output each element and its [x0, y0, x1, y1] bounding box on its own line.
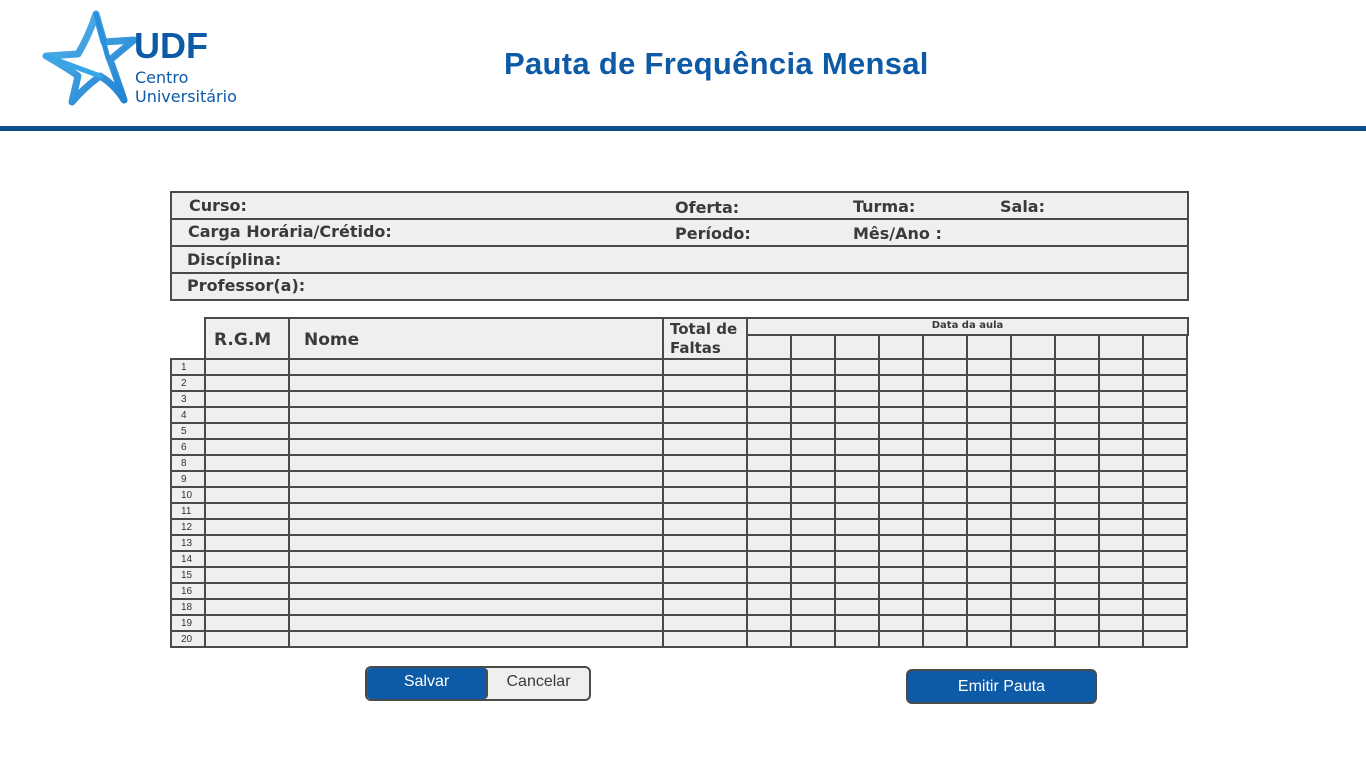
- curso-label: Curso:: [189, 196, 247, 215]
- attendance-cell[interactable]: [1098, 630, 1144, 648]
- nome-cell[interactable]: [288, 630, 664, 648]
- row-number: 18: [181, 602, 193, 613]
- row-number: 1: [181, 362, 187, 373]
- logo-subtitle-line1: Centro: [135, 68, 189, 87]
- date-column-header[interactable]: [922, 334, 968, 360]
- attendance-cell[interactable]: [834, 630, 880, 648]
- row-number: 14: [181, 554, 193, 565]
- attendance-cell[interactable]: [746, 630, 792, 648]
- carga-horaria-label: Carga Horária/Crétido:: [188, 222, 392, 241]
- nome-header-label: Nome: [304, 330, 360, 350]
- logo-subtitle-line2: Universitário: [135, 87, 237, 106]
- row-number: 13: [181, 538, 193, 549]
- row-number: 2: [181, 378, 187, 389]
- row-number: 16: [181, 586, 193, 597]
- turma-label: Turma:: [853, 197, 916, 216]
- row-number: 8: [181, 458, 187, 469]
- star-logo-icon: [42, 10, 138, 106]
- periodo-label: Período:: [675, 224, 751, 243]
- row-number: 19: [181, 618, 193, 629]
- row-number: 15: [181, 570, 193, 581]
- mes-ano-label: Mês/Ano :: [853, 224, 942, 243]
- date-column-header[interactable]: [746, 334, 792, 360]
- row-number: 20: [181, 634, 193, 645]
- page-title: Pauta de Frequência Mensal: [504, 46, 929, 81]
- attendance-cell[interactable]: [790, 630, 836, 648]
- rgm-cell[interactable]: [204, 630, 290, 648]
- emit-pauta-button[interactable]: Emitir Pauta: [906, 669, 1097, 704]
- attendance-cell[interactable]: [878, 630, 924, 648]
- total-faltas-cell[interactable]: [662, 630, 748, 648]
- total-faltas-header: Total de Faltas: [662, 317, 748, 360]
- cancel-button[interactable]: Cancelar: [488, 668, 589, 699]
- row-number: 5: [181, 426, 187, 437]
- total-faltas-label-line1: Total de: [670, 320, 738, 338]
- date-column-header[interactable]: [834, 334, 880, 360]
- total-faltas-label-line2: Faltas: [670, 339, 721, 357]
- date-column-header[interactable]: [878, 334, 924, 360]
- data-aula-label: Data da aula: [931, 320, 1004, 331]
- disciplina-label: Discíplina:: [187, 250, 282, 269]
- professor-label: Professor(a):: [187, 276, 306, 295]
- date-column-header[interactable]: [1098, 334, 1144, 360]
- attendance-cell[interactable]: [1142, 630, 1188, 648]
- save-button[interactable]: Salvar: [367, 668, 488, 699]
- date-column-header[interactable]: [1054, 334, 1100, 360]
- attendance-cell[interactable]: [922, 630, 968, 648]
- row-number: 4: [181, 410, 187, 421]
- row-number: 12: [181, 522, 193, 533]
- row-number: 6: [181, 442, 187, 453]
- date-column-header[interactable]: [966, 334, 1012, 360]
- sala-label: Sala:: [1000, 197, 1045, 216]
- date-column-header[interactable]: [1142, 334, 1188, 360]
- udf-logo: UDF Centro Universitário: [38, 10, 258, 110]
- row-number: 10: [181, 490, 193, 501]
- row-number: 3: [181, 394, 187, 405]
- row-number-cell: 20: [170, 630, 206, 648]
- logo-brand: UDF: [134, 25, 208, 66]
- row-number: 11: [181, 506, 192, 517]
- header-divider: [0, 126, 1366, 131]
- total-faltas-label: Total de Faltas: [670, 320, 737, 358]
- course-info-panel: Curso: Oferta: Turma: Sala: Carga Horári…: [170, 191, 1189, 301]
- date-column-header[interactable]: [790, 334, 836, 360]
- logo-subtitle: Centro Universitário: [135, 68, 237, 106]
- rgm-header-label: R.G.M: [214, 330, 272, 350]
- rgm-header: R.G.M: [204, 317, 290, 360]
- oferta-label: Oferta:: [675, 198, 740, 217]
- date-column-header[interactable]: [1010, 334, 1056, 360]
- attendance-cell[interactable]: [966, 630, 1012, 648]
- attendance-cell[interactable]: [1010, 630, 1056, 648]
- info-row-professor: Professor(a):: [172, 274, 1187, 299]
- info-row-disciplina: Discíplina:: [172, 247, 1187, 274]
- save-cancel-group: Salvar Cancelar: [365, 666, 591, 701]
- attendance-cell[interactable]: [1054, 630, 1100, 648]
- info-row-curso: Curso: Oferta: Turma: Sala:: [172, 193, 1187, 220]
- info-row-carga: Carga Horária/Crétido: Período: Mês/Ano …: [172, 220, 1187, 247]
- nome-header: Nome: [288, 317, 664, 360]
- row-number: 9: [181, 474, 187, 485]
